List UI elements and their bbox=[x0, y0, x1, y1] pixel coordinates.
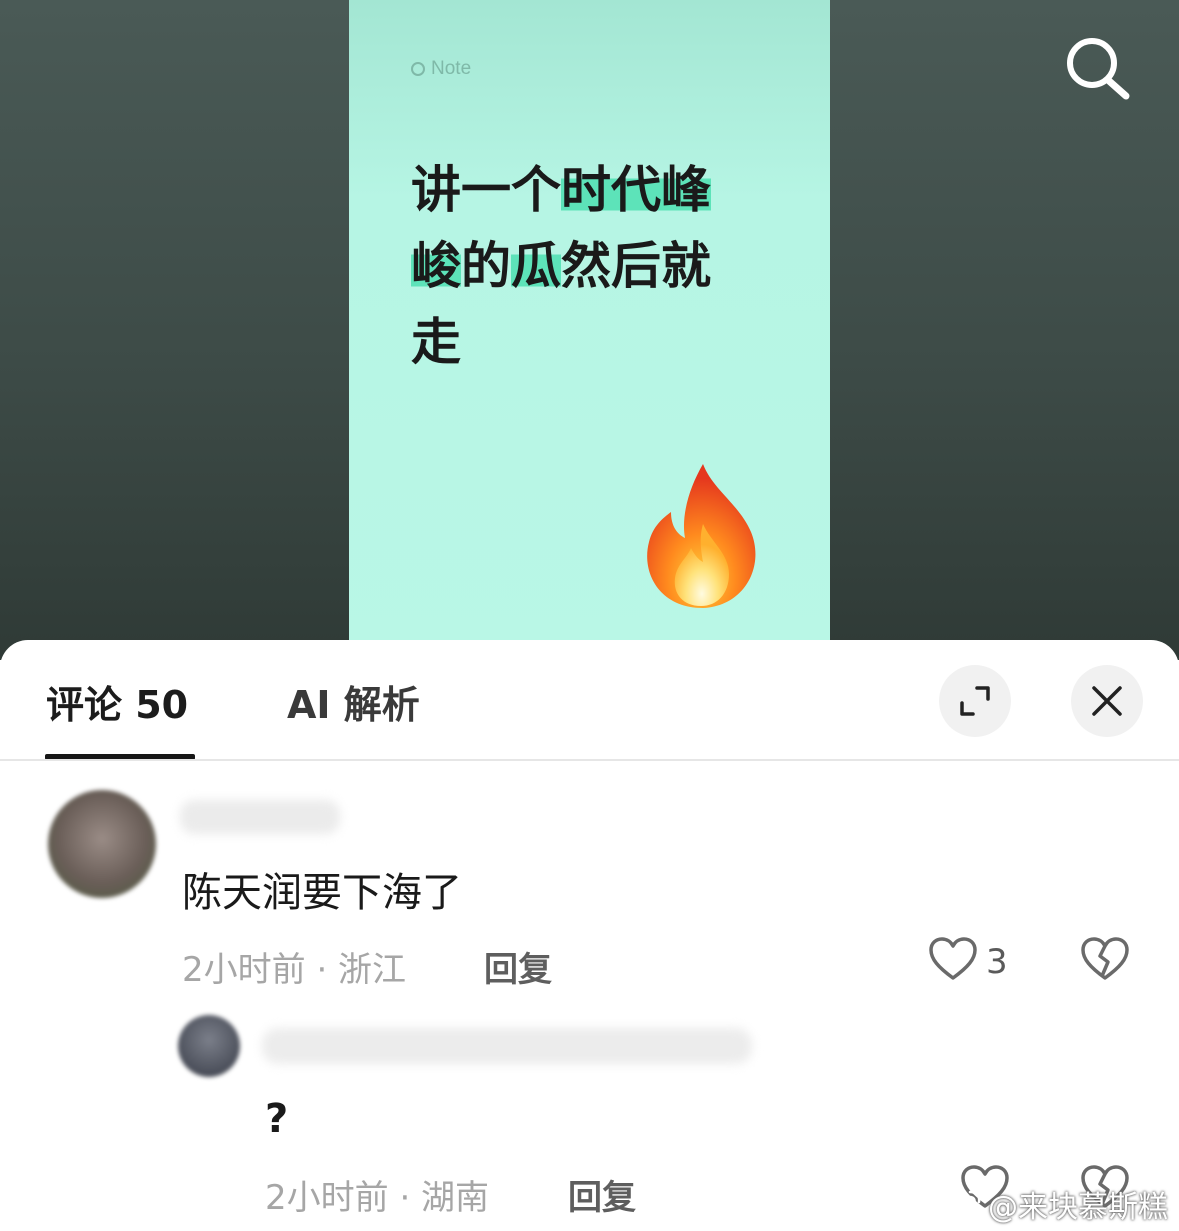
dislike-broken-heart-icon[interactable] bbox=[1080, 936, 1130, 982]
headline-part: 讲一个 bbox=[411, 161, 561, 219]
fire-emoji-icon bbox=[647, 464, 756, 608]
expand-icon bbox=[960, 686, 990, 716]
comment-text: ? bbox=[265, 1096, 289, 1142]
username-blurred bbox=[262, 1028, 752, 1064]
reply-button[interactable]: 回复 bbox=[568, 1170, 636, 1219]
heart-icon[interactable] bbox=[928, 936, 978, 982]
weibo-logo-icon bbox=[944, 1190, 981, 1220]
headline-part: 的 bbox=[461, 237, 511, 295]
comment-text: 陈天润要下海了 bbox=[182, 870, 462, 916]
reply-button[interactable]: 回复 bbox=[484, 942, 552, 991]
note-tag: Note bbox=[411, 58, 471, 80]
tab-ai-analysis[interactable]: AI 解析 bbox=[287, 674, 420, 729]
video-headline: 讲一个时代峰峻的瓜然后就走 bbox=[411, 152, 741, 380]
watermark-text: @来块慕斯糕 bbox=[988, 1190, 1168, 1225]
tab-comments[interactable]: 评论 50 bbox=[46, 674, 188, 729]
avatar[interactable] bbox=[178, 1015, 240, 1077]
note-tag-label: Note bbox=[431, 58, 472, 79]
comment-meta: 2小时前 · 湖南 bbox=[265, 1178, 490, 1218]
expand-button[interactable] bbox=[939, 665, 1011, 737]
note-circle-icon bbox=[411, 62, 425, 76]
comments-sheet: 评论 50 AI 解析 陈天润要下海了 2小时前 · 浙江 回复 3 ? 2小时… bbox=[0, 640, 1179, 1231]
close-icon bbox=[1092, 686, 1122, 716]
like-count: 3 bbox=[986, 942, 1008, 982]
close-button[interactable] bbox=[1071, 665, 1143, 737]
search-icon[interactable] bbox=[1060, 32, 1132, 104]
video-note-card[interactable]: Note 讲一个时代峰峻的瓜然后就走 bbox=[349, 0, 830, 660]
avatar[interactable] bbox=[48, 790, 156, 898]
watermark: @来块慕斯糕 bbox=[944, 1182, 1168, 1226]
tab-divider bbox=[0, 759, 1179, 761]
headline-highlight: 瓜 bbox=[511, 237, 561, 295]
username-blurred bbox=[180, 800, 340, 834]
comment-meta: 2小时前 · 浙江 bbox=[182, 950, 407, 990]
